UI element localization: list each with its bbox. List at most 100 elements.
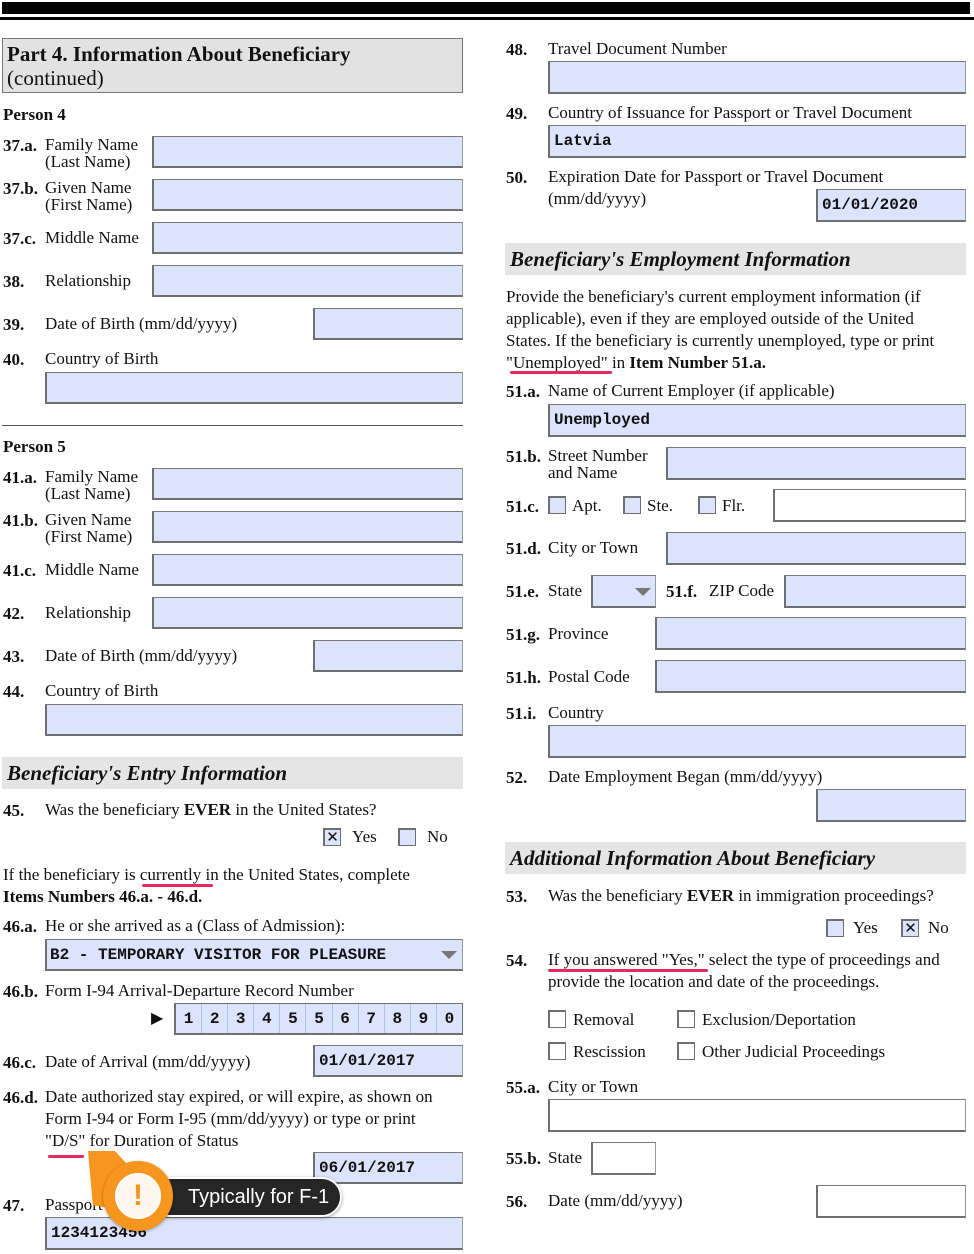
annotation-underline-unemployed: [510, 371, 612, 374]
proceedings-date-field[interactable]: [816, 1185, 966, 1218]
item-51g-label: Province: [548, 624, 609, 643]
item-53-no-label: No: [928, 918, 949, 937]
unit-number-field[interactable]: [773, 489, 966, 522]
item-37a-label-2: (Last Name): [45, 152, 131, 171]
item-46b-number: 46.b.: [3, 982, 38, 1001]
item-50-label-2: (mm/dd/yyyy): [548, 189, 647, 208]
item-51b-number: 51.b.: [506, 447, 541, 466]
person4-family-name-field[interactable]: [152, 136, 463, 168]
person4-relationship-field[interactable]: [152, 265, 463, 297]
i94-digit: 1: [176, 1004, 203, 1033]
travel-document-number-field[interactable]: [548, 61, 966, 94]
item-51i-label: Country: [548, 703, 604, 722]
country-of-issuance-field[interactable]: Latvia: [548, 125, 966, 158]
removal-checkbox[interactable]: [548, 1010, 566, 1028]
person-4-heading: Person 4: [3, 105, 66, 124]
item-45-yes-checkbox[interactable]: ✕: [323, 828, 341, 846]
employer-postal-code-field[interactable]: [655, 660, 966, 693]
item-55b-label: State: [548, 1148, 582, 1167]
employer-province-field[interactable]: [655, 617, 966, 650]
part-title: Part 4. Information About Beneficiary: [7, 42, 351, 66]
person5-dob-field[interactable]: [313, 640, 463, 672]
item-51b-label-2: and Name: [548, 463, 618, 482]
item-45-no-label: No: [427, 827, 448, 846]
person5-relationship-field[interactable]: [152, 597, 463, 629]
person5-middle-name-field[interactable]: [152, 554, 463, 586]
person4-middle-name-field[interactable]: [152, 222, 463, 254]
item-51e-label: State: [548, 581, 582, 600]
entry-section-heading: Beneficiary's Entry Information: [2, 757, 463, 789]
arrival-date-field[interactable]: 01/01/2017: [313, 1045, 463, 1077]
item-45-number: 45.: [3, 801, 25, 820]
person4-country-of-birth-field[interactable]: [45, 372, 463, 404]
item-53-yes-checkbox[interactable]: [826, 919, 844, 937]
rescission-checkbox[interactable]: [548, 1042, 566, 1060]
item-51h-number: 51.h.: [506, 668, 541, 687]
item-51d-label: City or Town: [548, 538, 639, 557]
proceedings-state-field[interactable]: [591, 1142, 656, 1175]
item-38-label: Relationship: [45, 271, 131, 290]
exclusion-checkbox[interactable]: [677, 1010, 695, 1028]
arrow-right-icon: ▶: [151, 1010, 164, 1027]
employer-name-field[interactable]: Unemployed: [548, 404, 966, 437]
item-44-label: Country of Birth: [45, 681, 159, 700]
item-52-label: Date Employment Began (mm/dd/yyyy): [548, 767, 823, 786]
item-46d-label-3: "D/S" for Duration of Status: [45, 1131, 239, 1150]
i94-digit: 8: [385, 1004, 411, 1033]
flr-checkbox[interactable]: [698, 496, 716, 514]
authorized-stay-date-field[interactable]: 06/01/2017: [313, 1152, 463, 1184]
item-48-label: Travel Document Number: [548, 39, 727, 58]
other-judicial-label: Other Judicial Proceedings: [702, 1042, 886, 1061]
item-41a-label-2: (Last Name): [45, 484, 131, 503]
employment-instruction-line-1: Provide the beneficiary's current employ…: [506, 287, 921, 306]
chevron-down-icon[interactable]: [635, 588, 651, 596]
proceedings-city-field[interactable]: [548, 1099, 966, 1132]
item-43-number: 43.: [3, 647, 25, 666]
item-55a-label: City or Town: [548, 1077, 639, 1096]
annotation-underline-currently: [142, 884, 213, 887]
item-51f-number: 51.f.: [666, 582, 698, 601]
item-55b-number: 55.b.: [506, 1149, 541, 1168]
item-51g-number: 51.g.: [506, 625, 540, 644]
item-51a-number: 51.a.: [506, 382, 540, 401]
apt-checkbox[interactable]: [548, 496, 566, 514]
item-46d-label-2: Form I-94 or Form I-95 (mm/dd/yyyy) or t…: [45, 1109, 416, 1128]
item-53-no-checkbox[interactable]: ✕: [901, 919, 919, 937]
class-of-admission-select[interactable]: B2 - TEMPORARY VISITOR FOR PLEASURE: [45, 939, 463, 971]
checkmark-x-icon: ✕: [326, 828, 339, 846]
item-41b-label-2: (First Name): [45, 527, 133, 546]
ste-checkbox[interactable]: [623, 496, 641, 514]
person4-dob-field[interactable]: [313, 308, 463, 340]
item-40-label: Country of Birth: [45, 349, 159, 368]
chevron-down-icon[interactable]: [441, 951, 457, 959]
employment-start-date-field[interactable]: [816, 789, 966, 822]
employer-country-field[interactable]: [548, 725, 966, 758]
person5-given-name-field[interactable]: [152, 511, 463, 543]
item-52-number: 52.: [506, 768, 528, 787]
exclusion-label: Exclusion/Deportation: [702, 1010, 856, 1029]
part-header: Part 4. Information About Beneficiary (c…: [2, 38, 463, 93]
item-40-number: 40.: [3, 350, 25, 369]
ste-label: Ste.: [647, 496, 673, 515]
other-judicial-checkbox[interactable]: [677, 1042, 695, 1060]
passport-expiration-field[interactable]: 01/01/2020: [816, 189, 966, 222]
item-42-label: Relationship: [45, 603, 131, 622]
employer-street-field[interactable]: [666, 447, 966, 480]
item-46a-number: 46.a.: [3, 917, 37, 936]
item-45-yes-label: Yes: [352, 827, 377, 846]
person-5-heading: Person 5: [3, 437, 66, 456]
person4-given-name-field[interactable]: [152, 179, 463, 211]
item-53-number: 53.: [506, 887, 528, 906]
employer-city-field[interactable]: [666, 532, 966, 565]
i94-digit: 3: [228, 1004, 255, 1033]
item-41b-number: 41.b.: [3, 511, 38, 530]
person5-family-name-field[interactable]: [152, 468, 463, 500]
item-45-no-checkbox[interactable]: [398, 828, 416, 846]
i94-number-field[interactable]: 1 2 3 4 5 5 6 7 8 9 0: [174, 1003, 463, 1035]
class-of-admission-value: B2 - TEMPORARY VISITOR FOR PLEASURE: [50, 945, 387, 964]
item-46b-label: Form I-94 Arrival-Departure Record Numbe…: [45, 981, 354, 1000]
q45-text-bold: EVER: [183, 800, 232, 819]
passport-number-field[interactable]: 1234123456: [45, 1217, 463, 1250]
employer-zip-field[interactable]: [784, 575, 966, 608]
person5-country-of-birth-field[interactable]: [45, 704, 463, 736]
